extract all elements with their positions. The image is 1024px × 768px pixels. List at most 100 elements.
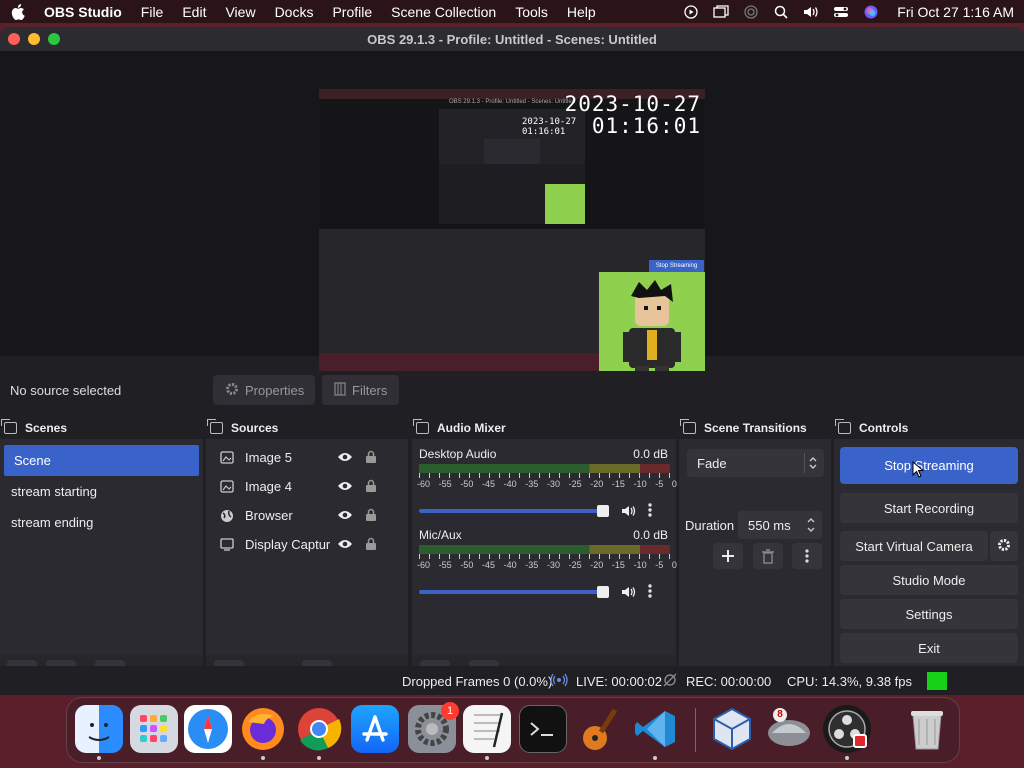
remove-transition-button[interactable]	[753, 543, 783, 569]
menu-docks[interactable]: Docks	[275, 4, 314, 20]
control-center-icon[interactable]	[833, 5, 849, 19]
speaker-icon[interactable]	[621, 504, 637, 521]
stop-streaming-button[interactable]: Stop Streaming	[840, 447, 1018, 484]
siri-icon[interactable]	[863, 5, 879, 19]
scene-transitions-dock-header[interactable]: Scene Transitions	[679, 417, 831, 439]
volume-slider-handle[interactable]	[597, 586, 609, 598]
no-source-label: No source selected	[10, 383, 122, 398]
eye-icon[interactable]	[337, 509, 353, 524]
dock-float-icon[interactable]	[413, 419, 429, 434]
speaker-icon[interactable]	[621, 585, 637, 602]
finder-icon[interactable]	[75, 705, 123, 753]
dock-float-icon[interactable]	[1, 419, 17, 434]
transition-more-menu-icon[interactable]	[792, 543, 822, 569]
virtualbox-icon[interactable]	[708, 705, 756, 753]
scene-item-scene[interactable]: Scene	[4, 445, 199, 476]
lock-icon[interactable]	[365, 537, 377, 554]
app-menu[interactable]: OBS Studio	[44, 4, 122, 20]
volume-slider-handle[interactable]	[597, 505, 609, 517]
chrome-icon[interactable]	[295, 705, 343, 753]
menu-edit[interactable]: Edit	[182, 4, 206, 20]
window-title: OBS 29.1.3 - Profile: Untitled - Scenes:…	[367, 31, 657, 47]
record-off-icon	[663, 673, 677, 690]
trash-icon[interactable]	[903, 705, 951, 753]
window-stack-icon[interactable]	[713, 4, 729, 19]
meter-scale: -60 -55 -50 -45 -40 -35 -30 -25 -20 -15 -10 -5 0	[417, 479, 677, 489]
eye-icon[interactable]	[337, 451, 353, 466]
textedit-icon[interactable]	[463, 705, 511, 753]
menu-tools[interactable]: Tools	[515, 4, 548, 20]
source-item-image-4[interactable]: Image 4	[206, 472, 408, 501]
zoom-window-button[interactable]	[48, 33, 60, 45]
app-store-icon[interactable]	[351, 705, 399, 753]
audio-mixer-dock: Audio Mixer Desktop Audio 0.0 dB -60 -55-…	[412, 417, 677, 693]
scenes-dock-header[interactable]: Scenes	[0, 417, 203, 439]
lock-icon[interactable]	[365, 508, 377, 525]
transition-selected-value: Fade	[697, 455, 727, 471]
dock-float-icon[interactable]	[207, 419, 223, 434]
scene-item-stream-ending[interactable]: stream ending	[0, 507, 203, 538]
properties-button[interactable]: Properties	[213, 375, 315, 405]
menu-view[interactable]: View	[225, 4, 255, 20]
exit-button[interactable]: Exit	[840, 633, 1018, 663]
vscode-icon[interactable]	[631, 705, 679, 753]
terminal-icon[interactable]	[519, 705, 567, 753]
duration-spinbox[interactable]: 550 ms	[738, 511, 822, 539]
eye-icon[interactable]	[337, 480, 353, 495]
channel-menu-icon[interactable]	[648, 502, 652, 521]
volume-slider[interactable]	[419, 509, 609, 513]
scene-item-stream-starting[interactable]: stream starting	[0, 476, 203, 507]
firefox-icon[interactable]	[239, 705, 287, 753]
source-item-browser[interactable]: Browser	[206, 501, 408, 530]
menubar-clock[interactable]: Fri Oct 27 1:16 AM	[897, 4, 1014, 20]
launchpad-icon[interactable]	[130, 705, 178, 753]
mouse-cursor	[912, 460, 925, 482]
menu-help[interactable]: Help	[567, 4, 596, 20]
menu-profile[interactable]: Profile	[332, 4, 372, 20]
preview-area[interactable]: OBS 29.1.3 - Profile: Untitled - Scenes:…	[0, 51, 1024, 377]
eye-icon[interactable]	[337, 538, 353, 553]
sources-dock-header[interactable]: Sources	[206, 417, 408, 439]
spin-arrows-icon[interactable]	[806, 516, 816, 537]
channel-db: 0.0 dB	[633, 447, 668, 461]
controls-dock: Controls Stop Streaming Start Recording …	[834, 417, 1024, 693]
dock-float-icon[interactable]	[680, 419, 696, 434]
source-toolbar: No source selected Properties Filters	[0, 371, 1024, 409]
menu-scene-collection[interactable]: Scene Collection	[391, 4, 496, 20]
start-virtual-camera-button[interactable]: Start Virtual Camera	[840, 531, 988, 561]
roblox-studio-icon[interactable]	[765, 705, 813, 753]
audio-mixer-dock-header[interactable]: Audio Mixer	[412, 417, 676, 439]
program-preview[interactable]: OBS 29.1.3 - Profile: Untitled - Scenes:…	[319, 89, 705, 377]
virtual-camera-settings-button[interactable]	[990, 531, 1018, 561]
volume-icon[interactable]	[803, 5, 819, 19]
play-status-icon[interactable]	[683, 4, 699, 19]
settings-button[interactable]: Settings	[840, 599, 1018, 629]
safari-icon[interactable]	[184, 705, 232, 753]
volume-slider[interactable]	[419, 590, 609, 594]
apple-menu-icon[interactable]	[10, 3, 26, 20]
start-recording-button[interactable]: Start Recording	[840, 493, 1018, 523]
menu-file[interactable]: File	[141, 4, 164, 20]
cpu-usage: CPU: 14.3%, 9.38 fps	[787, 674, 913, 689]
garageband-icon[interactable]	[575, 705, 623, 753]
minimize-window-button[interactable]	[28, 33, 40, 45]
studio-mode-button[interactable]: Studio Mode	[840, 565, 1018, 595]
controls-dock-header[interactable]: Controls	[834, 417, 1024, 439]
dock-float-icon[interactable]	[835, 419, 851, 434]
channel-menu-icon[interactable]	[648, 583, 652, 602]
lock-icon[interactable]	[365, 450, 377, 467]
close-window-button[interactable]	[8, 33, 20, 45]
preview-green-image	[599, 272, 705, 377]
add-transition-button[interactable]	[713, 543, 743, 569]
scale-label: -40	[503, 479, 517, 489]
search-icon[interactable]	[773, 5, 789, 19]
transition-select[interactable]: Fade	[687, 449, 824, 477]
textedit-running-dot	[485, 756, 489, 760]
source-item-image-5[interactable]: Image 5	[206, 443, 408, 472]
preview-big-date: 2023-10-27	[564, 92, 701, 116]
airdrop-icon[interactable]	[743, 4, 759, 19]
menubar-status-area: Fri Oct 27 1:16 AM	[683, 4, 1014, 20]
source-item-display-capture[interactable]: Display Captur	[206, 530, 408, 559]
filters-button[interactable]: Filters	[322, 375, 399, 405]
lock-icon[interactable]	[365, 479, 377, 496]
